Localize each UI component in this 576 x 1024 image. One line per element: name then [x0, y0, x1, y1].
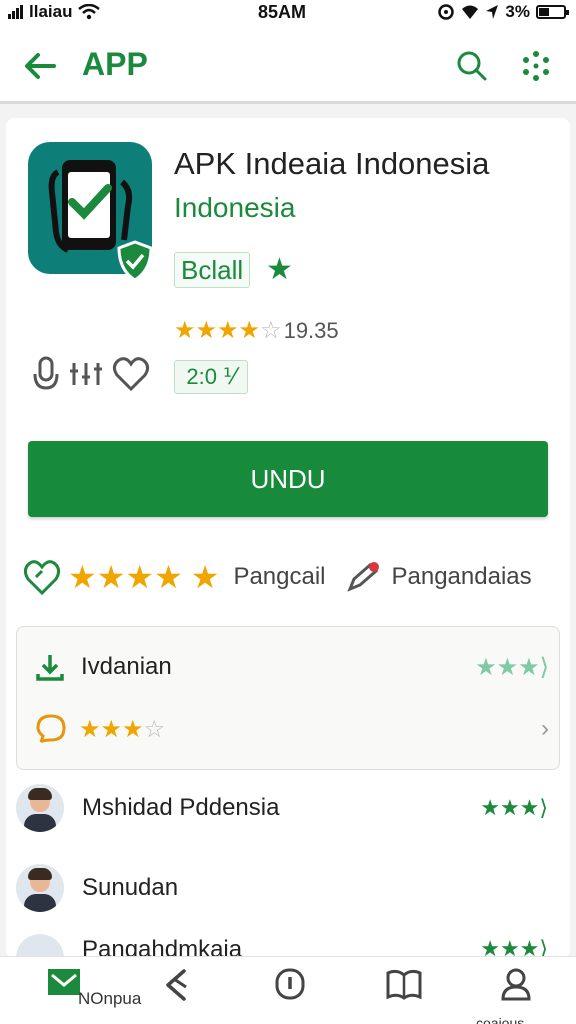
details-row-1-stars: ★★★⟩ [475, 653, 549, 681]
star-filled-icon: ★ [217, 317, 239, 344]
avatar [16, 784, 64, 832]
star-filled-icon: ★ [195, 317, 218, 344]
editor-star-icon: ★ [266, 253, 293, 286]
reviewer-name: Pangahdmkaia [82, 936, 243, 958]
home-icon [48, 969, 80, 995]
reviewer-name: Sunudan [82, 874, 179, 901]
avatar [16, 934, 64, 958]
nav-profile[interactable] [490, 967, 542, 1019]
avatar [16, 864, 64, 912]
share-icon [166, 969, 187, 1001]
status-left: llaiau [8, 2, 101, 22]
app-store-screen: llaiau 85AM 3% APP APK Indeaia Indonesia… [0, 0, 576, 1024]
meta-label-1: Pangcail [233, 563, 326, 590]
search-icon[interactable] [454, 48, 490, 84]
app-developer[interactable]: Indonesia [174, 192, 295, 224]
details-row-2-stars: ★★★☆ [79, 715, 166, 743]
version-badge: 2:0 ⅟ [174, 360, 248, 394]
equalizer-icon [70, 363, 102, 385]
microphone-icon [33, 356, 59, 390]
location-icon [486, 5, 499, 19]
nav-info[interactable] [264, 967, 316, 1019]
book-icon [386, 969, 422, 1000]
carrier-label: llaiau [29, 2, 73, 21]
list-item[interactable]: Pangahdmkaia ★★★⟩ [16, 930, 560, 958]
category-badge[interactable]: Bclall [174, 252, 251, 288]
battery-percent: 3% [505, 2, 530, 21]
leaf-heart-icon [23, 560, 61, 596]
nav-profile-label: coaious [476, 1015, 525, 1024]
wifi-icon [78, 4, 101, 20]
list-item[interactable]: Mshidad Pddensia ★★★⟩ [16, 778, 560, 838]
rating-value: 19.35 [283, 317, 339, 343]
install-button[interactable]: UNDU [28, 441, 548, 517]
nav-share[interactable] [150, 967, 202, 1019]
app-detail-card: APK Indeaia Indonesia Indonesia Bclall ★… [6, 118, 570, 958]
meta-stars: ★★★★ ★ [68, 559, 220, 595]
details-row-2[interactable]: ★★★☆ › [17, 699, 561, 759]
profile-icon [501, 968, 531, 1001]
meta-row: ★★★★ ★ Pangcail Pangandaias [22, 552, 562, 602]
alarm-icon [438, 4, 455, 20]
signal-icon [8, 5, 23, 19]
reviewer-stars: ★★★⟩ [480, 795, 548, 820]
rating-row: ★★★★☆ 19.35 [174, 316, 339, 345]
nav-home-label: NOnpua [78, 989, 142, 1008]
status-bar: llaiau 85AM 3% [0, 0, 576, 26]
status-time: 85AM [258, 2, 307, 22]
battery-icon [536, 5, 569, 19]
app-icon [28, 142, 153, 282]
chevron-right-icon: › [541, 715, 549, 742]
back-arrow-icon[interactable] [20, 46, 60, 86]
app-bar-title: APP [82, 46, 148, 82]
wifi-small-icon [462, 5, 479, 19]
shield-check-icon [117, 240, 153, 282]
feature-icons [32, 354, 150, 394]
app-bar: APP [0, 26, 576, 104]
chat-bubble-icon [36, 714, 66, 744]
star-filled-icon: ★ [238, 317, 261, 344]
info-icon [275, 968, 305, 1000]
download-icon [36, 655, 64, 681]
details-row-1-label: Ivdanian [81, 653, 172, 680]
details-box: Ivdanian ★★★⟩ ★★★☆ › [16, 626, 560, 770]
bottom-navigation: NOnpua coaious [0, 956, 576, 1024]
details-row-1[interactable]: Ivdanian ★★★⟩ [17, 637, 561, 697]
status-right: 3% [437, 2, 569, 22]
heart-icon[interactable] [112, 356, 150, 392]
app-title: APK Indeaia Indonesia [174, 146, 490, 181]
reviewer-name: Mshidad Pddensia [82, 794, 280, 821]
nav-library[interactable] [378, 967, 430, 1019]
more-dots-icon[interactable] [518, 48, 554, 84]
list-item[interactable]: Sunudan [16, 858, 560, 918]
reviewer-stars: ★★★⟩ [480, 936, 548, 958]
rating-stars: ★★★★☆ [174, 316, 282, 345]
pencil-icon[interactable] [346, 561, 382, 593]
star-filled-icon: ★ [174, 317, 196, 344]
star-empty-icon: ☆ [260, 317, 282, 344]
meta-label-2: Pangandaias [391, 563, 532, 590]
